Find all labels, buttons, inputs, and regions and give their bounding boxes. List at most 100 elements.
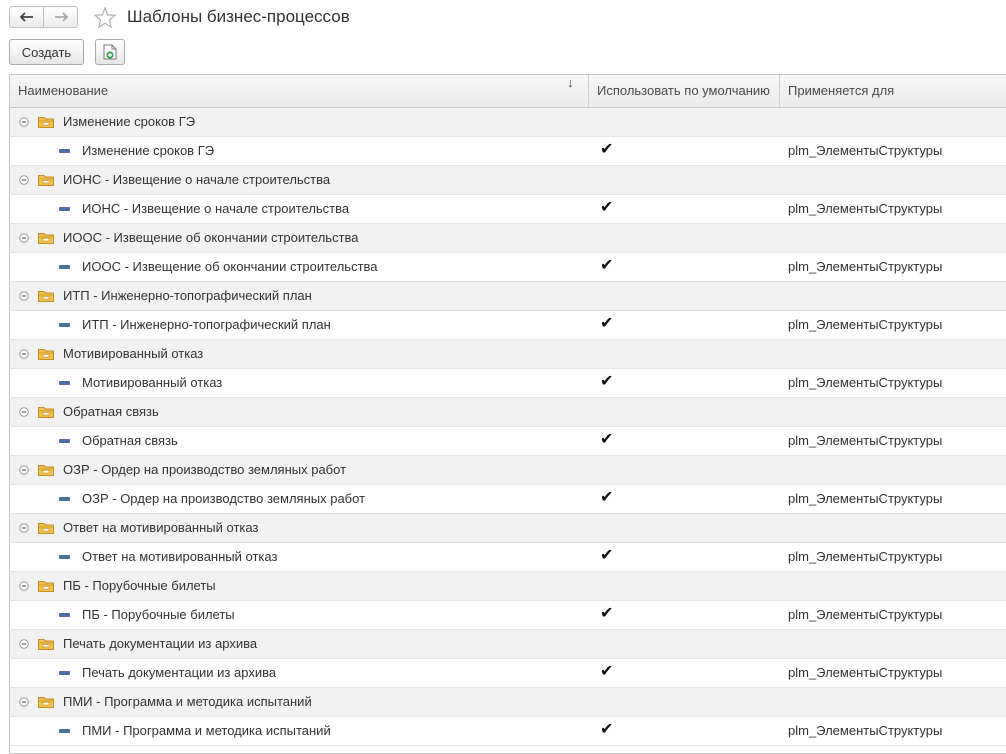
group-row[interactable]: ИТП - Инженерно-топографический план [10, 282, 1006, 311]
check-icon: ✔ [600, 721, 614, 738]
applies-to-value: plm_ЭлементыСтруктуры [788, 549, 943, 564]
group-row[interactable]: ПМИ - Программа и методика испытаний [10, 688, 1006, 717]
item-label: ПМИ - Программа и методика испытаний [82, 723, 331, 738]
applies-to-value: plm_ЭлементыСтруктуры [788, 665, 943, 680]
table-row[interactable]: Ответ на мотивированный отказ ✔ plm_Элемен… [10, 543, 1006, 572]
column-header-name[interactable]: Наименование [10, 75, 589, 107]
group-label: Ответ на мотивированный отказ [63, 520, 259, 535]
table-row[interactable]: Мотивированный отказ ✔ plm_ЭлементыСтрукту… [10, 369, 1006, 398]
table-row[interactable]: ИТП - Инженерно-топографический план ✔ plm… [10, 311, 1006, 340]
item-icon [59, 497, 70, 501]
page-title: Шаблоны бизнес-процессов [127, 7, 350, 26]
column-header-use-default[interactable]: Использовать по умолчанию [589, 75, 780, 107]
item-icon [59, 149, 70, 153]
table-row[interactable]: ПМИ - Программа и методика испытаний ✔ plm… [10, 717, 1006, 746]
table-row[interactable]: Обратная связь ✔ plm_ЭлементыСтруктуры [10, 427, 1006, 456]
add-document-button[interactable] [95, 39, 125, 65]
collapse-icon[interactable] [19, 349, 29, 359]
group-row[interactable]: Печать документации из архива [10, 630, 1006, 659]
table-row[interactable]: Изменение сроков ГЭ ✔ plm_ЭлементыСтруктур… [10, 137, 1006, 166]
arrow-right-icon [54, 12, 68, 22]
item-icon [59, 265, 70, 269]
applies-to-value: plm_ЭлементыСтруктуры [788, 433, 943, 448]
group-label: Обратная связь [63, 404, 159, 419]
item-icon [59, 381, 70, 385]
item-icon [59, 613, 70, 617]
group-row[interactable]: ОЗР - Ордер на производство земляных раб… [10, 456, 1006, 485]
collapse-icon[interactable] [19, 697, 29, 707]
group-label: Печать документации из архива [63, 636, 258, 651]
item-label: Изменение сроков ГЭ [82, 143, 215, 158]
table-row[interactable]: ПБ - Порубочные билеты ✔ plm_ЭлементыСтрук… [10, 601, 1006, 630]
collapse-icon[interactable] [19, 639, 29, 649]
templates-table: Наименование ↓ Использовать по умолчанию… [9, 74, 1006, 754]
collapse-icon[interactable] [19, 117, 29, 127]
item-label: Печать документации из архива [82, 665, 277, 680]
folder-icon [38, 465, 54, 476]
item-label: Мотивированный отказ [82, 375, 223, 390]
item-label: ОЗР - Ордер на производство земляных раб… [82, 491, 366, 506]
applies-to-value: plm_ЭлементыСтруктуры [788, 259, 943, 274]
create-button[interactable]: Создать [9, 39, 84, 65]
collapse-icon[interactable] [19, 175, 29, 185]
table-header: Наименование ↓ Использовать по умолчанию… [10, 75, 1006, 108]
title-bar: Шаблоны бизнес-процессов [0, 0, 1006, 36]
collapse-icon[interactable] [19, 523, 29, 533]
item-icon [59, 729, 70, 733]
item-label: ПБ - Порубочные билеты [82, 607, 235, 622]
item-label: ИТП - Инженерно-топографический план [82, 317, 331, 332]
forward-button[interactable] [43, 6, 78, 28]
group-row[interactable]: Обратная связь [10, 398, 1006, 427]
item-label: ИООС - Извещение об окончании строительс… [82, 259, 378, 274]
group-label: Мотивированный отказ [63, 346, 204, 361]
applies-to-value: plm_ЭлементыСтруктуры [788, 317, 943, 332]
applies-to-value: plm_ЭлементыСтруктуры [788, 607, 943, 622]
group-row[interactable]: ИООС - Извещение об окончании строительс… [10, 224, 1006, 253]
collapse-icon[interactable] [19, 407, 29, 417]
table-row[interactable]: ИООС - Извещение об окончании строительс… [10, 253, 1006, 282]
check-icon: ✔ [600, 605, 614, 622]
document-add-icon [103, 44, 117, 60]
applies-to-value: plm_ЭлементыСтруктуры [788, 723, 943, 738]
group-label: ИООС - Извещение об окончании строительс… [63, 230, 359, 245]
folder-icon [38, 581, 54, 592]
sort-descending-icon[interactable]: ↓ [567, 75, 574, 90]
applies-to-value: plm_ЭлементыСтруктуры [788, 491, 943, 506]
group-row[interactable]: ПБ - Порубочные билеты [10, 572, 1006, 601]
group-row[interactable]: ИОНС - Извещение о начале строительства [10, 166, 1006, 195]
column-header-applies-to[interactable]: Применяется для [780, 75, 1006, 107]
collapse-icon[interactable] [19, 233, 29, 243]
group-row[interactable]: Мотивированный отказ [10, 340, 1006, 369]
back-button[interactable] [9, 6, 44, 28]
table-row[interactable]: ОЗР - Ордер на производство земляных раб… [10, 485, 1006, 514]
check-icon: ✔ [600, 257, 614, 274]
table-row[interactable]: ИОНС - Извещение о начале строительства ✔… [10, 195, 1006, 224]
check-icon: ✔ [600, 663, 614, 680]
table-row[interactable]: Печать документации из архива ✔ plm_Элемен… [10, 659, 1006, 688]
table-body: Изменение сроков ГЭ Изменение сроков ГЭ ✔ p… [10, 108, 1006, 746]
applies-to-value: plm_ЭлементыСтруктуры [788, 201, 943, 216]
folder-icon [38, 291, 54, 302]
folder-icon [38, 523, 54, 534]
folder-icon [38, 117, 54, 128]
favorite-star-icon[interactable] [93, 6, 117, 30]
collapse-icon[interactable] [19, 581, 29, 591]
folder-icon [38, 349, 54, 360]
check-icon: ✔ [600, 315, 614, 332]
folder-icon [38, 697, 54, 708]
group-row[interactable]: Ответ на мотивированный отказ [10, 514, 1006, 543]
check-icon: ✔ [600, 431, 614, 448]
applies-to-value: plm_ЭлементыСтруктуры [788, 143, 943, 158]
group-row[interactable]: Изменение сроков ГЭ [10, 108, 1006, 137]
item-icon [59, 207, 70, 211]
check-icon: ✔ [600, 547, 614, 564]
item-icon [59, 671, 70, 675]
applies-to-value: plm_ЭлементыСтруктуры [788, 375, 943, 390]
collapse-icon[interactable] [19, 465, 29, 475]
folder-icon [38, 233, 54, 244]
collapse-icon[interactable] [19, 291, 29, 301]
group-label: Изменение сроков ГЭ [63, 114, 196, 129]
item-label: Ответ на мотивированный отказ [82, 549, 278, 564]
check-icon: ✔ [600, 373, 614, 390]
check-icon: ✔ [600, 199, 614, 216]
